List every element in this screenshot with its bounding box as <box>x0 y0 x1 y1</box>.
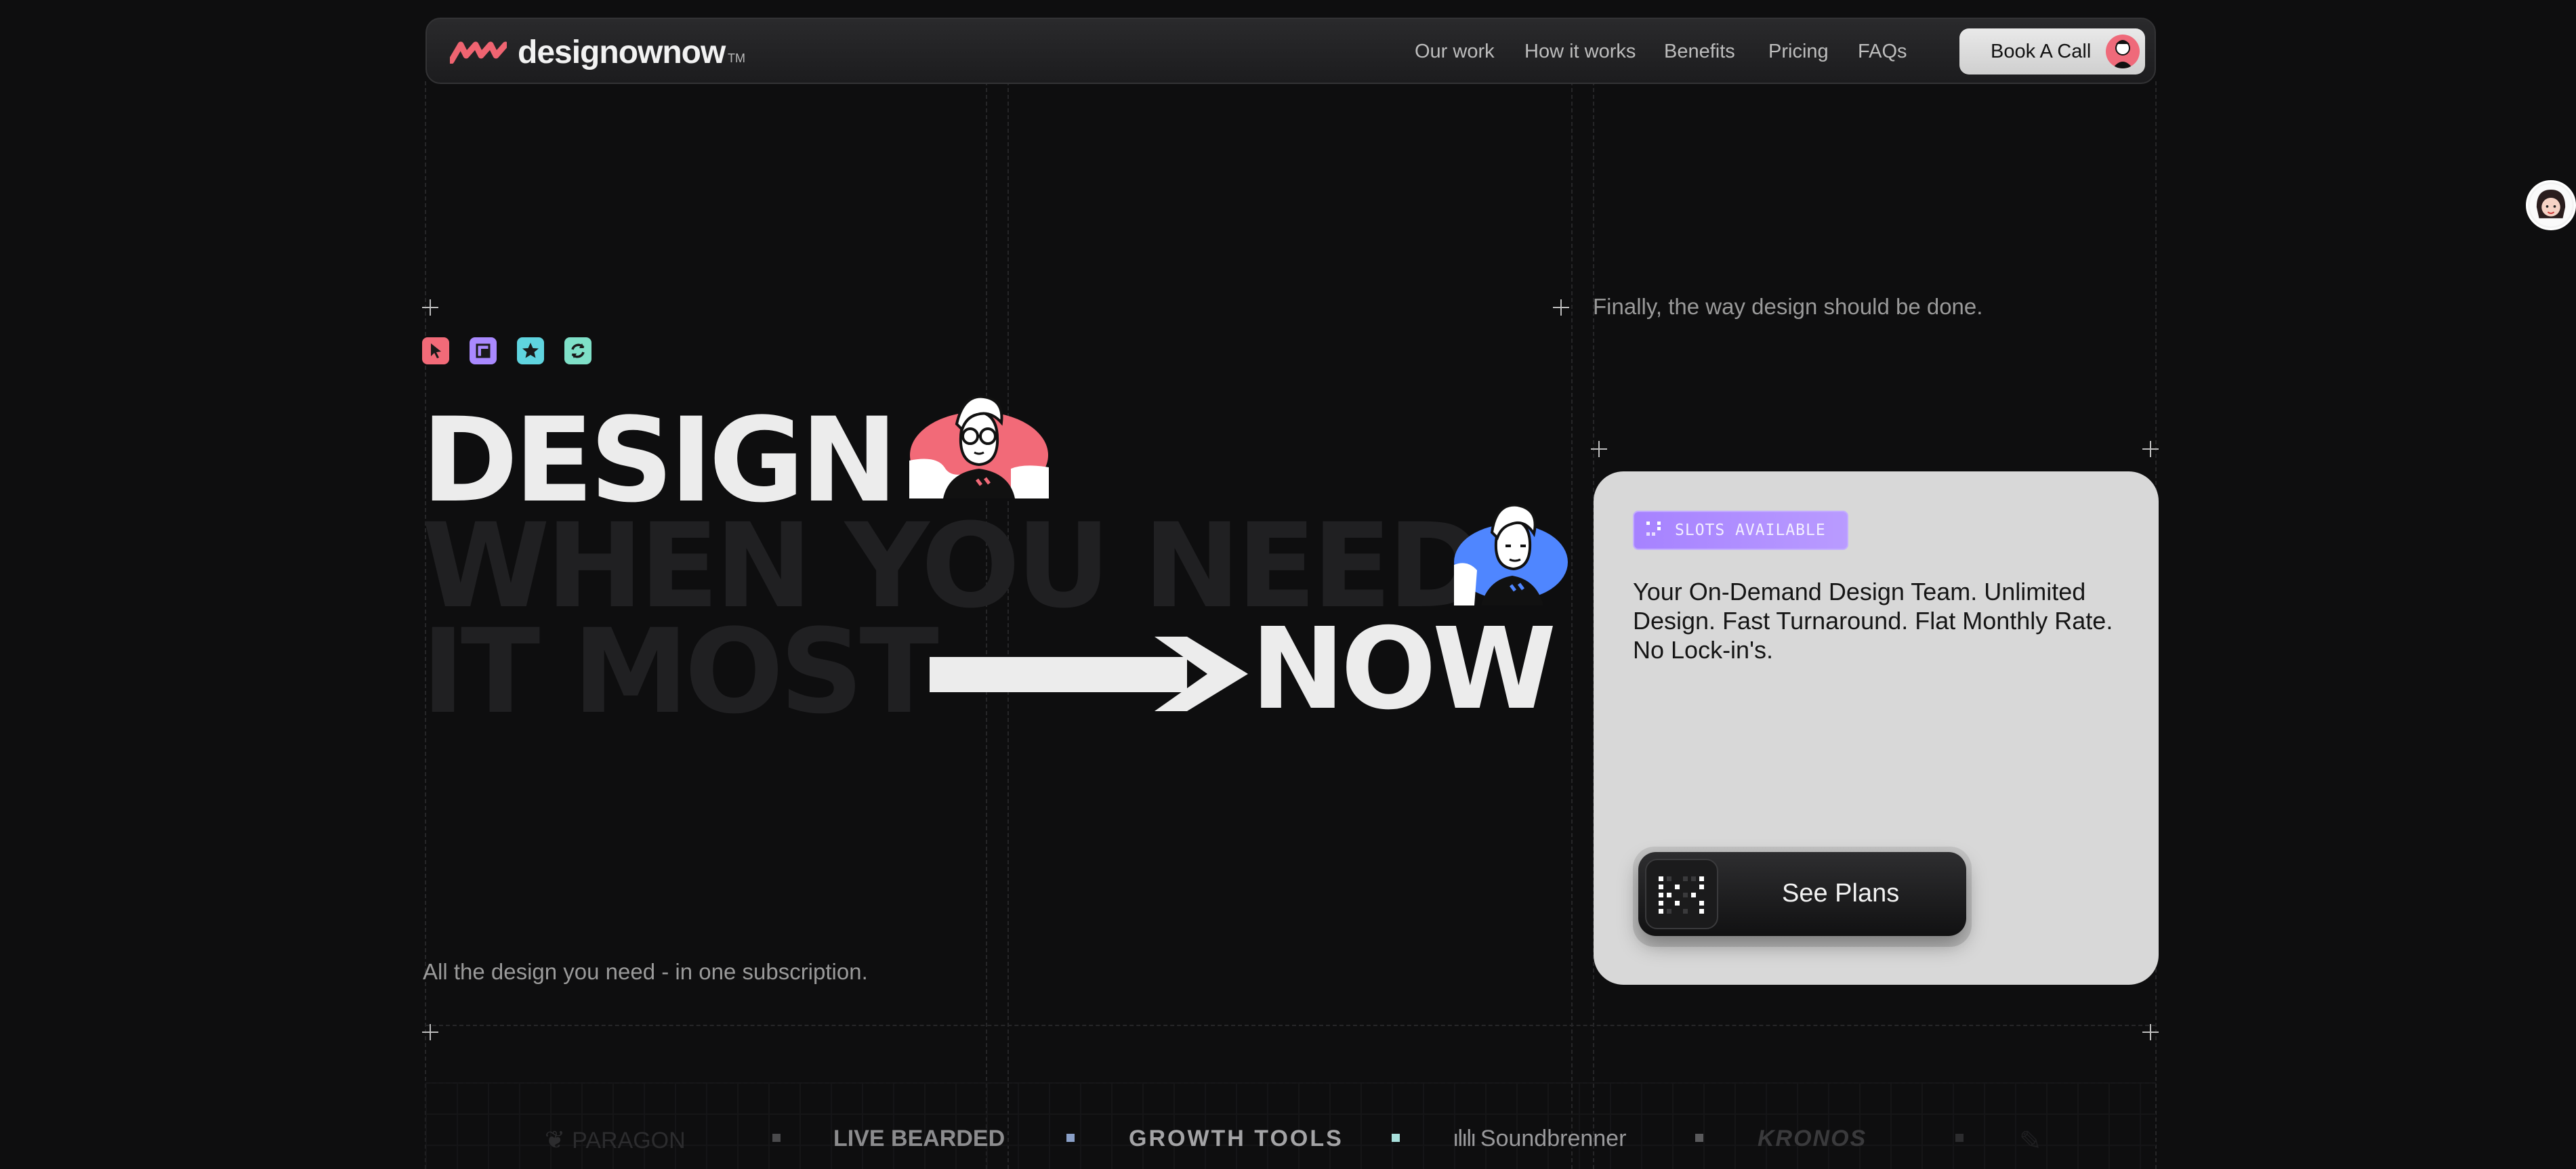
client-logo-soundbrenner: ılılı Soundbrenner <box>1453 1126 1626 1152</box>
separator-dot <box>1955 1134 1964 1142</box>
separator-dot <box>1392 1134 1400 1142</box>
slots-available-label: SLOTS AVAILABLE <box>1675 522 1826 539</box>
brand-logo-icon[interactable] <box>450 41 507 64</box>
hero-line-now: NOW <box>1251 604 1556 735</box>
brand-trademark: TM <box>728 51 745 65</box>
nav-link-faqs[interactable]: FAQs <box>1858 41 1907 63</box>
nav-link-how-it-works[interactable]: How it works <box>1524 41 1636 63</box>
see-plans-button[interactable]: See Plans <box>1638 852 1966 936</box>
plus-marker-icon <box>422 1024 438 1040</box>
soundwave-icon: ılılı <box>1453 1126 1480 1151</box>
book-a-call-label: Book A Call <box>1991 41 2092 62</box>
client-logo-live-bearded: LIVE BEARDED <box>833 1126 1005 1151</box>
pricing-card: SLOTS AVAILABLE Your On-Demand Design Te… <box>1594 471 2159 985</box>
designer-portrait-blue <box>1454 500 1568 605</box>
nav-link-our-work[interactable]: Our work <box>1415 41 1495 63</box>
book-a-call-button[interactable]: Book A Call <box>1959 28 2145 75</box>
top-navbar: designownow TM Our work How it works Ben… <box>425 18 2156 84</box>
card-description: Your On-Demand Design Team. Unlimited De… <box>1633 578 2113 664</box>
plus-marker-icon <box>2142 441 2159 457</box>
guide-line <box>1571 81 1573 1169</box>
client-logo-partial-icon: ✎ <box>2019 1126 2042 1156</box>
grid-dots-icon <box>1646 522 1661 536</box>
cursor-icon <box>422 337 449 364</box>
nav-link-pricing[interactable]: Pricing <box>1768 41 1829 63</box>
client-logo-kronos: KRONOS <box>1758 1126 1867 1151</box>
plus-marker-icon <box>1591 441 1607 457</box>
paragon-leaf-icon: ❦ <box>545 1126 573 1153</box>
star-icon <box>517 337 544 364</box>
slots-available-badge: SLOTS AVAILABLE <box>1633 511 1848 550</box>
arrow-right-icon <box>930 637 1248 711</box>
brand-name[interactable]: designownow <box>518 34 726 71</box>
pixel-grid-icon <box>1645 859 1718 929</box>
nav-link-benefits[interactable]: Benefits <box>1664 41 1735 63</box>
client-name: Soundbrenner <box>1480 1126 1627 1151</box>
separator-dot <box>1066 1134 1075 1142</box>
hero-line-it-most: IT MOST <box>421 603 939 740</box>
chat-avatar-button[interactable] <box>2526 180 2576 230</box>
refresh-icon <box>564 337 591 364</box>
hero-top-tagline: Finally, the way design should be done. <box>1593 294 1983 319</box>
client-logo-paragon: ❦ PARAGON <box>545 1126 686 1154</box>
client-name: PARAGON <box>572 1128 686 1153</box>
designer-portrait-pink <box>909 387 1049 498</box>
plus-marker-icon <box>1553 299 1569 316</box>
hero-bottom-tagline: All the design you need - in one subscri… <box>423 959 868 984</box>
avatar <box>2106 35 2140 68</box>
see-plans-label: See Plans <box>1782 879 1900 908</box>
separator-dot <box>1695 1134 1703 1142</box>
separator-dot <box>772 1134 781 1142</box>
client-logo-growth-tools: GROWTH TOOLS <box>1129 1126 1344 1151</box>
layout-icon <box>470 337 497 364</box>
plus-marker-icon <box>2142 1024 2159 1040</box>
plus-marker-icon <box>422 299 438 316</box>
guide-line <box>425 1025 2156 1026</box>
